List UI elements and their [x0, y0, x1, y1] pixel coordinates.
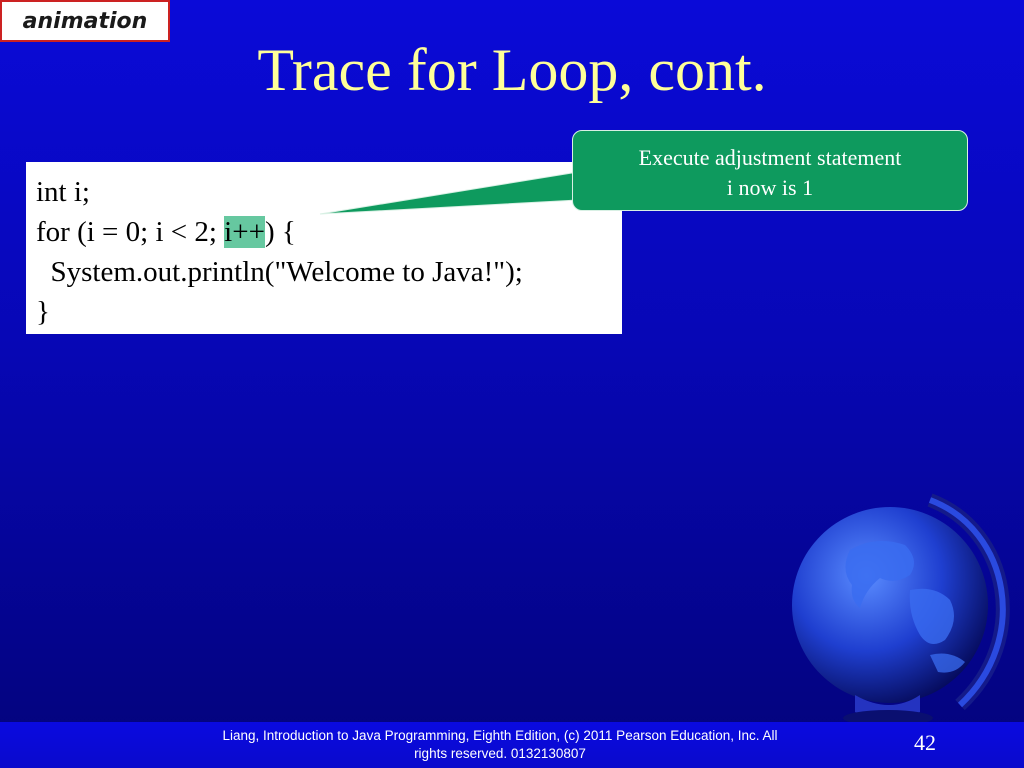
- animation-label: animation: [22, 8, 148, 34]
- footer-line-1: Liang, Introduction to Java Programming,…: [222, 728, 778, 743]
- footer-line-2: rights reserved. 0132130807: [414, 746, 586, 761]
- slide-title: Trace for Loop, cont.: [257, 37, 767, 103]
- callout-line-2: i now is 1: [726, 175, 814, 200]
- page-number: 42: [914, 730, 936, 755]
- code-block: int i; for (i = 0; i < 2; i++) { System.…: [26, 162, 622, 334]
- code-line-3: System.out.println("Welcome to Java!");: [36, 256, 523, 288]
- code-line-4: }: [36, 296, 50, 328]
- callout-box: Execute adjustment statement i now is 1: [572, 130, 968, 211]
- callout-line-1: Execute adjustment statement: [638, 145, 902, 170]
- code-line-1: int i;: [36, 176, 90, 208]
- code-line-2-start: for (i = 0; i < 2;: [36, 216, 225, 248]
- code-line-2-end: ) {: [264, 216, 296, 248]
- code-line-2: for (i = 0; i < 2; i++) {: [36, 212, 612, 252]
- globe-icon: [792, 493, 1010, 726]
- footer-copyright: Liang, Introduction to Java Programming,…: [200, 727, 800, 763]
- highlighted-increment: i++: [224, 216, 265, 248]
